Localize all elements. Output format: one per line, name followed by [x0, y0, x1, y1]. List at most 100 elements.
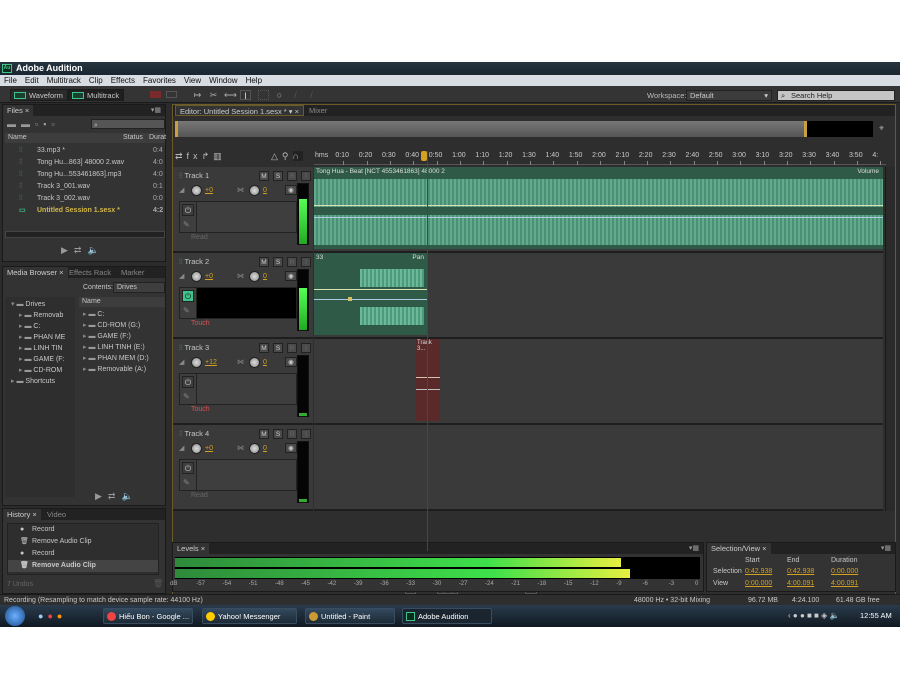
pan-value[interactable]: 0: [263, 187, 267, 194]
arm-record-button[interactable]: R: [287, 429, 297, 439]
output-button[interactable]: ◉: [285, 443, 297, 453]
menu-effects[interactable]: Effects: [111, 75, 135, 86]
tab-levels[interactable]: Levels ×: [173, 543, 210, 554]
tab-markers[interactable]: Marker: [117, 267, 148, 278]
file-item[interactable]: ▭ Untitled Session 1.sesx * 4:2: [5, 205, 165, 217]
volume-value[interactable]: +0: [205, 187, 213, 194]
panel-menu-icon[interactable]: ▾▦: [881, 544, 891, 552]
tab-video[interactable]: Video: [43, 509, 70, 520]
import-file-icon[interactable]: ▬: [21, 119, 35, 129]
search-help-input[interactable]: ⌕ Search Help: [777, 90, 895, 101]
column-duration[interactable]: Durat: [149, 133, 166, 143]
mute-button[interactable]: M: [259, 343, 269, 353]
lasso-tool-icon[interactable]: ○: [274, 90, 285, 100]
move-tool-icon[interactable]: ↦: [192, 90, 203, 100]
track-lane[interactable]: Tong Hua - Beat [NCT 4553461863] 48000 2…: [314, 167, 883, 253]
history-item[interactable]: 🗑 Remove Audio Clip: [8, 560, 158, 572]
power-icon[interactable]: ⏻: [182, 376, 194, 388]
task-paint[interactable]: Untitled - Paint: [305, 608, 395, 624]
sends-icon[interactable]: ↱: [202, 151, 214, 161]
track-name[interactable]: ⫶⫶ Track 4: [179, 429, 209, 439]
solo-button[interactable]: S: [273, 343, 283, 353]
autoplay-icon[interactable]: 🔈: [121, 491, 138, 501]
menu-clip[interactable]: Clip: [89, 75, 103, 86]
start-button[interactable]: [5, 606, 25, 626]
lane-param[interactable]: Volume: [857, 168, 879, 175]
task-adobe-audition[interactable]: Adobe Audition: [402, 608, 492, 624]
selection-end[interactable]: 0:42.938: [787, 568, 814, 575]
track-name[interactable]: ⫶⫶ Track 3: [179, 343, 209, 353]
volume-knob[interactable]: [191, 357, 202, 368]
firefox-icon[interactable]: ●: [57, 611, 66, 621]
autoplay-icon[interactable]: 🔈: [87, 245, 104, 255]
record-enable-icon[interactable]: ⚲: [282, 151, 293, 161]
output-button[interactable]: ◉: [285, 357, 297, 367]
tab-editor[interactable]: Editor: Untitled Session 1.sesx * ▾ ×: [175, 105, 305, 116]
effects-icon[interactable]: fx: [187, 151, 202, 161]
keyframe[interactable]: [348, 297, 352, 301]
volume-value[interactable]: +12: [205, 359, 217, 366]
tab-media-browser[interactable]: Media Browser ×: [3, 267, 68, 278]
view-end[interactable]: 4:00.091: [787, 580, 814, 587]
contents-select[interactable]: Drives: [113, 282, 165, 293]
menu-edit[interactable]: Edit: [25, 75, 39, 86]
marquee-tool-icon[interactable]: [258, 90, 269, 100]
pan-knob[interactable]: [249, 185, 260, 196]
column-status[interactable]: Status: [123, 133, 143, 143]
files-search-input[interactable]: ⌕: [91, 119, 165, 129]
workspace-select[interactable]: Default ▾: [686, 90, 772, 101]
monitor-input-button[interactable]: I: [301, 257, 311, 267]
play-icon[interactable]: ▶: [95, 491, 108, 501]
tree-item[interactable]: ▸ ▬ Shortcuts: [5, 376, 75, 388]
pan-value[interactable]: 0: [263, 359, 267, 366]
effects-slot[interactable]: [196, 374, 296, 404]
razor-tool-icon[interactable]: ✂: [208, 90, 219, 100]
power-icon[interactable]: ⏻: [182, 204, 194, 216]
mute-button[interactable]: M: [259, 429, 269, 439]
menu-help[interactable]: Help: [246, 75, 262, 86]
pan-knob[interactable]: [249, 357, 260, 368]
history-item[interactable]: ● Record: [8, 548, 158, 560]
selection-start[interactable]: 0:42.938: [745, 568, 772, 575]
delete-icon[interactable]: ▫: [51, 119, 59, 129]
output-button[interactable]: ◉: [285, 271, 297, 281]
track-name[interactable]: ⫶⫶ Track 2: [179, 257, 209, 267]
effects-slot[interactable]: [196, 460, 296, 490]
new-file-icon[interactable]: ▫: [35, 119, 43, 129]
menu-view[interactable]: View: [184, 75, 201, 86]
spot-healing-tool-icon[interactable]: /: [306, 90, 317, 100]
output-button[interactable]: ◉: [285, 185, 297, 195]
history-item[interactable]: ● Record: [8, 524, 158, 536]
menu-multitrack[interactable]: Multitrack: [47, 75, 81, 86]
metronome-icon[interactable]: △: [271, 151, 282, 161]
panel-menu-icon[interactable]: ▾▦: [151, 106, 161, 114]
column-name[interactable]: Name: [8, 133, 27, 143]
audio-clip[interactable]: 33 Pan: [314, 253, 428, 335]
arm-record-button[interactable]: R: [287, 171, 297, 181]
spectral-frequency-icon[interactable]: [150, 91, 161, 98]
pan-knob[interactable]: [249, 443, 260, 454]
monitor-input-button[interactable]: I: [301, 429, 311, 439]
mute-button[interactable]: M: [259, 257, 269, 267]
power-icon[interactable]: ⏻: [182, 462, 194, 474]
inputs-outputs-icon[interactable]: ⇄: [175, 151, 187, 161]
file-item[interactable]: ⫶⫶ Tong Hu...553461863].mp3 4:0: [5, 169, 165, 181]
solo-button[interactable]: S: [273, 171, 283, 181]
panel-menu-icon[interactable]: ▾▦: [689, 544, 699, 552]
solo-button[interactable]: S: [273, 429, 283, 439]
file-item[interactable]: ⫶⫶ 33.mp3 * 0:4: [5, 145, 165, 157]
track-name[interactable]: ⫶⫶ Track 1: [179, 171, 209, 181]
open-file-icon[interactable]: ▬: [7, 119, 21, 129]
task-yahoo-messenger[interactable]: Yahoo! Messenger: [202, 608, 297, 624]
monitor-input-button[interactable]: I: [301, 171, 311, 181]
file-item[interactable]: ⫶⫶ Tong Hu...863] 48000 2.wav 4:0: [5, 157, 165, 169]
time-selection-tool-icon[interactable]: I: [240, 90, 251, 101]
zoom-navigator-icon[interactable]: ⌖: [879, 123, 884, 134]
multitrack-view-button[interactable]: Multitrack: [68, 89, 125, 101]
automation-mode-select[interactable]: Touch: [179, 405, 297, 415]
mute-button[interactable]: M: [259, 171, 269, 181]
monitor-input-button[interactable]: I: [301, 343, 311, 353]
pan-value[interactable]: 0: [263, 273, 267, 280]
volume-knob[interactable]: [191, 185, 202, 196]
effects-slot[interactable]: [196, 202, 296, 232]
